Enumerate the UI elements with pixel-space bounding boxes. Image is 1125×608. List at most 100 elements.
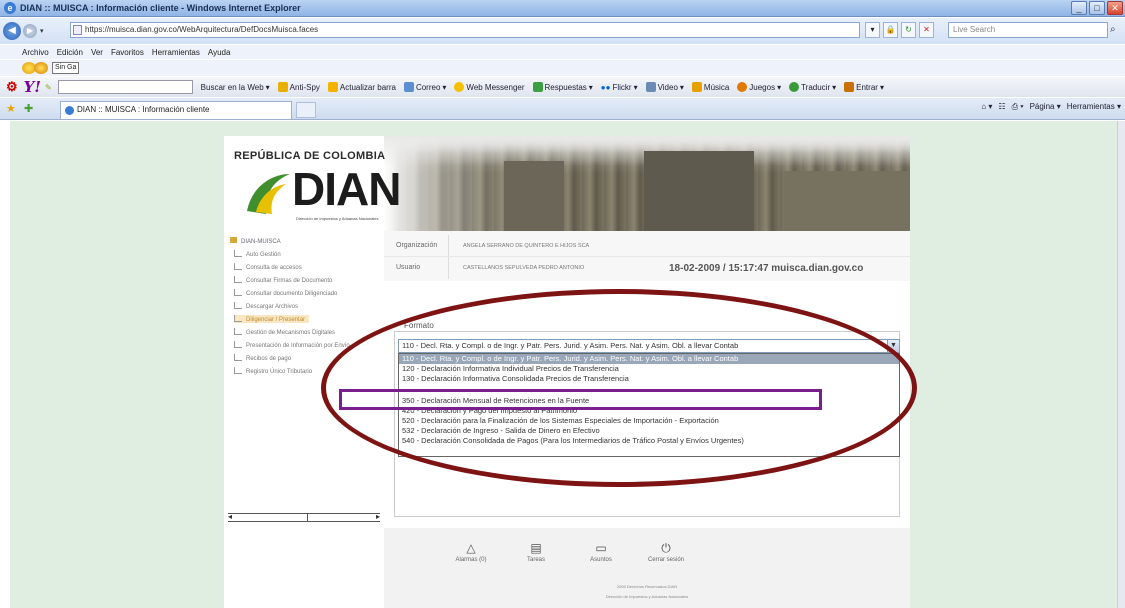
ytool-item-traducir[interactable]: Traducir ▾ (789, 82, 836, 92)
answers-icon (532, 82, 543, 92)
ytool-item-actualizar[interactable]: Actualizar barra (327, 82, 396, 92)
ytool-item-messenger[interactable]: Web Messenger (454, 82, 525, 92)
usuario-label: Usuario (384, 257, 449, 279)
page-icon (73, 25, 82, 35)
ytool-item-flickr[interactable]: ●● Flickr ▾ (601, 83, 638, 92)
dian-subtitle: Dirección de Impuestos y Aduanas Naciona… (296, 216, 379, 221)
web-search-input[interactable]: Live Search (948, 22, 1108, 38)
address-tools: ▾ 🔒 ↻ ✕ (865, 22, 934, 38)
maximize-button[interactable]: □ (1089, 1, 1105, 15)
links-select[interactable]: Sin Ga (52, 62, 80, 74)
page-vertical-scrollbar[interactable] (1117, 121, 1125, 608)
tree-item-consultar-firmas[interactable]: Consultar Firmas de Documento (234, 276, 332, 284)
ytool-item-correo[interactable]: Correo ▾ (403, 82, 446, 92)
close-button[interactable]: ✕ (1107, 1, 1123, 15)
info-row-usuario: Usuario CASTELLANOS SEPULVEDA PEDRO ANTO… (384, 257, 910, 279)
purple-highlight-annotation (339, 389, 822, 410)
footer-tareas[interactable]: ▤ Tareas (511, 542, 561, 563)
links-bar: Sin Ga (0, 60, 1125, 76)
ytool-item-musica[interactable]: Música (691, 82, 729, 92)
menu-ayuda[interactable]: Ayuda (208, 48, 231, 57)
cmd-herramientas[interactable]: Herramientas ▾ (1067, 102, 1121, 112)
yahoo-toolbar: ⚙ Y! ✎ Buscar en la Web ▾ Anti-Spy Actua… (0, 77, 1125, 97)
window-title: DIAN :: MUISCA : Información cliente - W… (20, 3, 301, 13)
window-controls: _ □ ✕ (1071, 1, 1123, 15)
menu-herramientas[interactable]: Herramientas (152, 48, 200, 57)
footer-alarmas[interactable]: △ Alarmas (0) (446, 542, 496, 563)
tab-dian-muisca[interactable]: DIAN :: MUISCA : Información cliente (60, 101, 292, 119)
buscar-web-button[interactable]: Buscar en la Web ▾ (201, 83, 270, 92)
footer-asuntos[interactable]: ▭ Asuntos (576, 542, 626, 563)
organizacion-label: Organización (384, 235, 449, 256)
bell-icon: △ (466, 541, 476, 555)
music-icon (691, 82, 702, 92)
organizacion-value: ANGELA SERRANO DE QUINTERO E HIJOS SCA (463, 242, 590, 249)
tree-item-presentacion-informacion[interactable]: Presentación de Información por Envío (234, 341, 350, 349)
stop-icon[interactable]: ✕ (919, 22, 934, 38)
minimize-button[interactable]: _ (1071, 1, 1087, 15)
footer-cerrar-sesion[interactable]: ⏻ Cerrar sesión (641, 542, 691, 563)
toolbar-ball-icon-2 (34, 62, 48, 74)
mail-icon (403, 82, 414, 92)
menu-bar: Archivo Edición Ver Favoritos Herramient… (0, 45, 1125, 59)
menu-favoritos[interactable]: Favoritos (111, 48, 144, 57)
scroll-left-icon[interactable]: ◂ (228, 512, 232, 521)
messenger-icon (454, 82, 465, 92)
address-field[interactable]: https://muisca.dian.gov.co/WebArquitectu… (70, 22, 860, 38)
ie-logo-icon: e (4, 2, 16, 14)
print-icon[interactable]: ⎙ ▾ (1012, 102, 1024, 112)
tree-item-rut[interactable]: Registro Único Tributario (234, 367, 312, 375)
menu-ver[interactable]: Ver (91, 48, 103, 57)
games-icon (737, 82, 748, 92)
menu-edicion[interactable]: Edición (57, 48, 83, 57)
settings-icon[interactable]: ⚙ (6, 79, 18, 95)
address-dropdown-icon[interactable]: ▾ (865, 22, 880, 38)
command-bar: ⌂ ▾ ☷ ⎙ ▾ Página ▾ Herramientas ▾ (981, 102, 1121, 112)
header-banner: REPÚBLICA DE COLOMBIA DIAN Dirección de … (224, 136, 910, 231)
add-favorites-icon[interactable]: ✚ (24, 102, 33, 115)
ytool-item-anti-spy[interactable]: Anti-Spy (277, 82, 320, 92)
refresh-icon[interactable]: ↻ (901, 22, 916, 38)
search-icon[interactable]: ⌕ (1110, 24, 1116, 35)
info-row-organizacion: Organización ANGELA SERRANO DE QUINTERO … (384, 235, 910, 257)
forward-button[interactable]: ▶ (23, 24, 37, 38)
tree-item-gestion-mecanismos[interactable]: Gestión de Mecanismos Digitales (234, 328, 335, 336)
sidebar-horizontal-scrollbar[interactable]: ◂ ▸ (228, 512, 380, 522)
tree-root[interactable]: DIAN-MUISCA (230, 237, 281, 245)
address-row: ◀ ▶ ▾ https://muisca.dian.gov.co/WebArqu… (0, 18, 1125, 44)
dian-logo-icon (247, 174, 290, 214)
footer-copyright-2: Dirección de Impuestos y Aduanas Naciona… (605, 594, 689, 599)
favorites-star-icon[interactable]: ★ (6, 102, 16, 115)
translate-icon (789, 82, 800, 92)
tree-item-diligenciar-presentar[interactable]: Diligenciar / Presentar (234, 315, 310, 323)
scroll-right-icon[interactable]: ▸ (376, 512, 380, 521)
dian-logo-text: DIAN (292, 163, 401, 215)
tree-item-consultar-documento[interactable]: Consultar documento Diligenciado (234, 289, 337, 297)
header-photo (384, 136, 910, 231)
ytool-item-juegos[interactable]: Juegos ▾ (737, 82, 781, 92)
folder-icon: ▭ (595, 541, 607, 555)
warning-icon (327, 82, 338, 92)
tab-favicon-icon (65, 106, 74, 115)
history-dropdown-icon[interactable]: ▾ (40, 27, 44, 35)
lock-icon[interactable]: 🔒 (883, 22, 898, 38)
ytool-item-respuestas[interactable]: Respuestas ▾ (532, 82, 593, 92)
yahoo-logo[interactable]: Y! (24, 78, 41, 96)
video-icon (645, 82, 656, 92)
tree-item-recibos-pago[interactable]: Recibos de pago (234, 354, 291, 362)
back-button[interactable]: ◀ (3, 22, 21, 40)
menu-archivo[interactable]: Archivo (22, 48, 49, 57)
tree-item-consulta-accesos[interactable]: Consulta de accesos (234, 263, 302, 271)
ytool-item-entrar[interactable]: Entrar ▾ (844, 82, 884, 92)
scroll-thumb[interactable] (238, 514, 308, 521)
pencil-icon[interactable]: ✎ (45, 83, 52, 92)
yahoo-search-input[interactable] (57, 80, 193, 94)
home-icon[interactable]: ⌂ ▾ (981, 102, 992, 112)
cmd-pagina[interactable]: Página ▾ (1030, 102, 1061, 112)
tree-item-auto-gestion[interactable]: Auto Gestión (234, 250, 281, 258)
feeds-icon[interactable]: ☷ (998, 102, 1005, 112)
tree-item-descargar-archivos[interactable]: Descargar Archivos (234, 302, 298, 310)
ytool-item-video[interactable]: Video ▾ (645, 82, 684, 92)
folder-icon (230, 237, 237, 243)
new-tab-button[interactable] (296, 102, 316, 118)
